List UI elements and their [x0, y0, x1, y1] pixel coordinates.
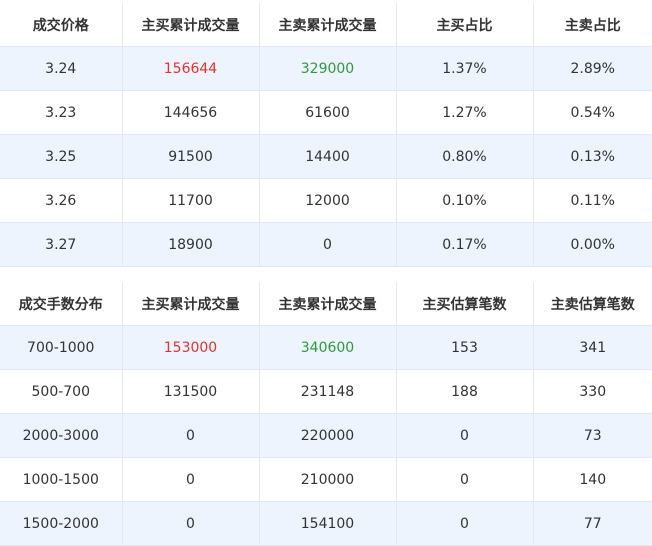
cell-buy-volume: 144656 — [122, 90, 260, 135]
cell-buy-volume: 0 — [122, 457, 260, 502]
cell-buy-ratio: 0.80% — [396, 134, 534, 179]
cell-sell-volume: 61600 — [259, 90, 397, 135]
cell-lot-range: 2000-3000 — [0, 413, 123, 458]
cell-sell-volume: 340600 — [259, 325, 397, 370]
cell-sell-ratio: 0.13% — [533, 134, 652, 179]
cell-sell-volume: 329000 — [259, 46, 397, 91]
table-row: 1500-2000 0 154100 0 77 — [0, 501, 652, 546]
cell-buy-volume: 11700 — [122, 178, 260, 223]
cell-price: 3.25 — [0, 134, 123, 179]
cell-price: 3.23 — [0, 90, 123, 135]
header-active-sell-count: 主卖估算笔数 — [533, 282, 652, 326]
cell-buy-volume: 0 — [122, 501, 260, 546]
table-header-row: 成交价格 主买累计成交量 主卖累计成交量 主买占比 主卖占比 — [0, 3, 652, 47]
cell-sell-count: 330 — [533, 369, 652, 414]
table-row: 500-700 131500 231148 188 330 — [0, 369, 652, 414]
cell-buy-ratio: 1.37% — [396, 46, 534, 91]
table-row: 1000-1500 0 210000 0 140 — [0, 457, 652, 502]
cell-sell-count: 77 — [533, 501, 652, 546]
table-row: 3.26 11700 12000 0.10% 0.11% — [0, 178, 652, 223]
cell-price: 3.24 — [0, 46, 123, 91]
cell-buy-count: 0 — [396, 501, 534, 546]
cell-sell-volume: 220000 — [259, 413, 397, 458]
cell-sell-count: 73 — [533, 413, 652, 458]
header-lot-size-range: 成交手数分布 — [0, 282, 123, 326]
header-active-sell-volume: 主卖累计成交量 — [259, 3, 397, 47]
cell-sell-volume: 0 — [259, 222, 397, 267]
cell-sell-volume: 231148 — [259, 369, 397, 414]
cell-buy-count: 188 — [396, 369, 534, 414]
cell-buy-ratio: 1.27% — [396, 90, 534, 135]
cell-buy-count: 0 — [396, 413, 534, 458]
price-volume-table: 成交价格 主买累计成交量 主卖累计成交量 主买占比 主卖占比 3.24 1566… — [0, 3, 652, 267]
table-row: 700-1000 153000 340600 153 341 — [0, 325, 652, 370]
header-active-buy-count: 主买估算笔数 — [396, 282, 534, 326]
cell-lot-range: 500-700 — [0, 369, 123, 414]
table-row: 3.25 91500 14400 0.80% 0.13% — [0, 134, 652, 179]
cell-sell-volume: 12000 — [259, 178, 397, 223]
header-active-buy-volume: 主买累计成交量 — [122, 3, 260, 47]
cell-sell-count: 140 — [533, 457, 652, 502]
cell-lot-range: 700-1000 — [0, 325, 123, 370]
cell-sell-ratio: 2.89% — [533, 46, 652, 91]
cell-sell-volume: 210000 — [259, 457, 397, 502]
cell-sell-ratio: 0.11% — [533, 178, 652, 223]
cell-buy-ratio: 0.17% — [396, 222, 534, 267]
header-active-sell-volume: 主卖累计成交量 — [259, 282, 397, 326]
header-active-buy-volume: 主买累计成交量 — [122, 282, 260, 326]
cell-price: 3.26 — [0, 178, 123, 223]
header-active-buy-ratio: 主买占比 — [396, 3, 534, 47]
cell-buy-volume: 156644 — [122, 46, 260, 91]
lot-size-distribution-table: 成交手数分布 主买累计成交量 主卖累计成交量 主买估算笔数 主卖估算笔数 700… — [0, 282, 652, 546]
header-trade-price: 成交价格 — [0, 3, 123, 47]
cell-price: 3.27 — [0, 222, 123, 267]
cell-sell-volume: 154100 — [259, 501, 397, 546]
cell-buy-volume: 131500 — [122, 369, 260, 414]
cell-buy-volume: 153000 — [122, 325, 260, 370]
cell-buy-volume: 18900 — [122, 222, 260, 267]
cell-lot-range: 1500-2000 — [0, 501, 123, 546]
cell-sell-ratio: 0.00% — [533, 222, 652, 267]
cell-buy-volume: 91500 — [122, 134, 260, 179]
table-row: 3.23 144656 61600 1.27% 0.54% — [0, 90, 652, 135]
cell-buy-count: 0 — [396, 457, 534, 502]
cell-sell-ratio: 0.54% — [533, 90, 652, 135]
table-row: 3.27 18900 0 0.17% 0.00% — [0, 222, 652, 267]
table-row: 3.24 156644 329000 1.37% 2.89% — [0, 46, 652, 91]
cell-sell-volume: 14400 — [259, 134, 397, 179]
cell-buy-volume: 0 — [122, 413, 260, 458]
table-row: 2000-3000 0 220000 0 73 — [0, 413, 652, 458]
cell-lot-range: 1000-1500 — [0, 457, 123, 502]
header-active-sell-ratio: 主卖占比 — [533, 3, 652, 47]
table-header-row: 成交手数分布 主买累计成交量 主卖累计成交量 主买估算笔数 主卖估算笔数 — [0, 282, 652, 326]
cell-buy-ratio: 0.10% — [396, 178, 534, 223]
cell-buy-count: 153 — [396, 325, 534, 370]
cell-sell-count: 341 — [533, 325, 652, 370]
